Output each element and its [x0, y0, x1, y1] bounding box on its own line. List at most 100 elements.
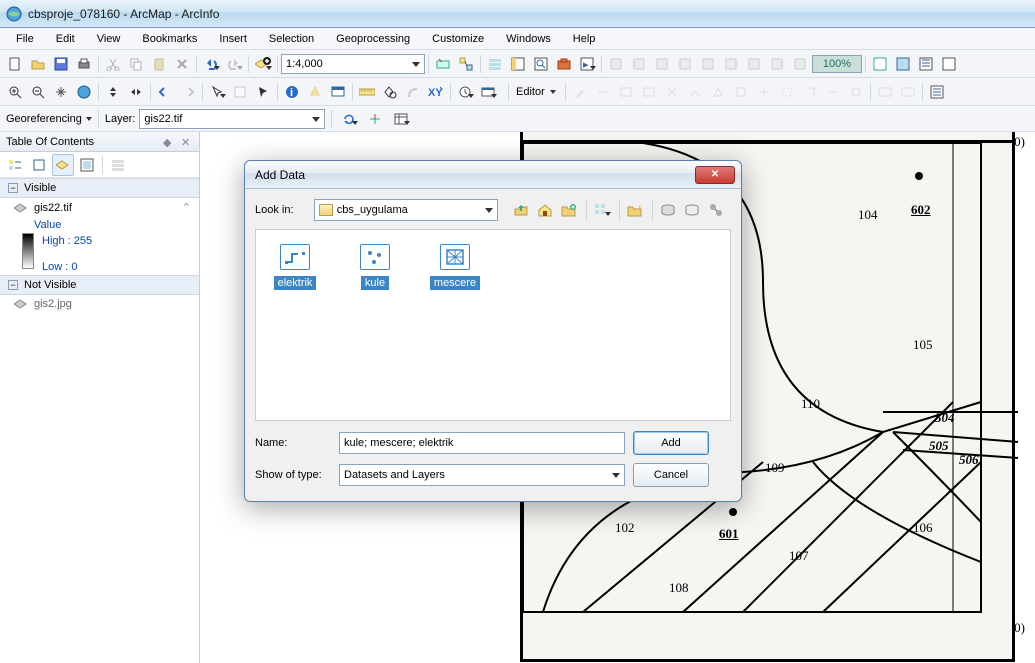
menu-help[interactable]: Help — [563, 30, 606, 48]
print-icon[interactable] — [73, 53, 95, 75]
toolbar-btn-2[interactable] — [628, 53, 650, 75]
toc-icon[interactable] — [484, 53, 506, 75]
toc-visible-group[interactable]: − Visible — [0, 178, 199, 198]
toolbar-btn-5[interactable] — [697, 53, 719, 75]
menu-customize[interactable]: Customize — [422, 30, 494, 48]
save-icon[interactable] — [50, 53, 72, 75]
dialog-titlebar[interactable]: Add Data ✕ — [245, 161, 741, 189]
add-button[interactable]: Add — [633, 431, 709, 455]
select-features-icon[interactable] — [206, 81, 228, 103]
new-file-gdb-icon[interactable] — [657, 199, 679, 221]
find-icon[interactable] — [379, 81, 401, 103]
list-by-source-icon[interactable] — [28, 154, 50, 176]
lookin-combo[interactable]: cbs_uygulama — [314, 199, 498, 221]
chevron-up-icon[interactable]: ⌃ — [182, 201, 191, 214]
new-icon[interactable] — [4, 53, 26, 75]
list-by-drawing-icon[interactable] — [4, 154, 26, 176]
name-input[interactable] — [339, 432, 625, 454]
create-viewer-icon[interactable] — [477, 81, 499, 103]
toolbar-btn-3[interactable] — [651, 53, 673, 75]
full-extent-icon[interactable] — [73, 81, 95, 103]
menu-file[interactable]: File — [6, 30, 44, 48]
python-icon[interactable]: ▸ — [576, 53, 598, 75]
zoom-out-icon[interactable] — [27, 81, 49, 103]
scale-input[interactable]: 1:4,000 — [281, 54, 425, 74]
rotate-icon[interactable] — [338, 108, 360, 130]
hyperlink-icon[interactable] — [304, 81, 326, 103]
new-folder-icon[interactable] — [624, 199, 646, 221]
layout-icon-4[interactable] — [938, 53, 960, 75]
toolbar-btn-1[interactable] — [605, 53, 627, 75]
collapse-icon[interactable]: − — [8, 280, 18, 290]
layout-icon-2[interactable] — [892, 53, 914, 75]
clear-selection-icon[interactable] — [229, 81, 251, 103]
menu-windows[interactable]: Windows — [496, 30, 561, 48]
select-elements-icon[interactable] — [252, 81, 274, 103]
layout-icon-3[interactable] — [915, 53, 937, 75]
add-control-points-icon[interactable] — [364, 108, 386, 130]
new-personal-gdb-icon[interactable] — [681, 199, 703, 221]
georef-label[interactable]: Georeferencing — [6, 113, 82, 125]
toolbar-btn-8[interactable] — [766, 53, 788, 75]
redo-icon[interactable] — [223, 53, 245, 75]
menu-view[interactable]: View — [87, 30, 131, 48]
chevron-down-icon[interactable] — [86, 117, 92, 121]
add-data-icon[interactable] — [252, 53, 274, 75]
chevron-down-icon[interactable] — [550, 90, 556, 94]
toolbar-btn-9[interactable] — [789, 53, 811, 75]
menu-selection[interactable]: Selection — [259, 30, 324, 48]
search-icon[interactable] — [530, 53, 552, 75]
list-view-icon[interactable] — [591, 199, 613, 221]
list-by-selection-icon[interactable] — [76, 154, 98, 176]
editor-label[interactable]: Editor — [512, 86, 549, 98]
fixed-zoom-in-icon[interactable] — [102, 81, 124, 103]
file-list[interactable]: elektrik kule mescere — [255, 229, 731, 421]
cancel-button[interactable]: Cancel — [633, 463, 709, 487]
delete-icon[interactable] — [171, 53, 193, 75]
open-icon[interactable] — [27, 53, 49, 75]
editor-toolbar-icon[interactable] — [432, 53, 454, 75]
copy-icon[interactable] — [125, 53, 147, 75]
toc-layer-gis22[interactable]: gis22.tif ⌃ — [0, 198, 199, 217]
measure-icon[interactable] — [356, 81, 378, 103]
collapse-icon[interactable]: − — [8, 183, 18, 193]
menu-bookmarks[interactable]: Bookmarks — [132, 30, 207, 48]
catalog-icon[interactable] — [507, 53, 529, 75]
next-extent-icon[interactable] — [177, 81, 199, 103]
up-one-level-icon[interactable] — [510, 199, 532, 221]
close-button[interactable]: ✕ — [695, 166, 735, 184]
type-combo[interactable]: Datasets and Layers — [339, 464, 625, 486]
time-slider-icon[interactable] — [454, 81, 476, 103]
file-item-kule[interactable]: kule — [350, 244, 400, 406]
pin-icon[interactable]: ◆ — [163, 136, 175, 148]
layout-icon-1[interactable] — [869, 53, 891, 75]
toolbar-btn-6[interactable] — [720, 53, 742, 75]
list-by-visibility-icon[interactable] — [52, 154, 74, 176]
toolbox-icon[interactable] — [553, 53, 575, 75]
goto-xy-icon[interactable]: XY — [425, 81, 447, 103]
file-item-elektrik[interactable]: elektrik — [270, 244, 320, 406]
connect-folder-icon[interactable] — [558, 199, 580, 221]
toolbar-btn-7[interactable] — [743, 53, 765, 75]
paste-icon[interactable] — [148, 53, 170, 75]
menu-edit[interactable]: Edit — [46, 30, 85, 48]
options-icon[interactable] — [107, 154, 129, 176]
fixed-zoom-out-icon[interactable] — [125, 81, 147, 103]
undo-icon[interactable] — [200, 53, 222, 75]
toolbar-btn-4[interactable] — [674, 53, 696, 75]
cut-icon[interactable] — [102, 53, 124, 75]
zoom-pct[interactable]: 100% — [812, 55, 862, 73]
close-icon[interactable]: ✕ — [181, 136, 193, 148]
georef-layer-combo[interactable]: gis22.tif — [139, 109, 325, 129]
file-item-mescere[interactable]: mescere — [430, 244, 480, 406]
home-icon[interactable] — [534, 199, 556, 221]
menu-insert[interactable]: Insert — [209, 30, 257, 48]
find-route-icon[interactable] — [402, 81, 424, 103]
manage-connections-icon[interactable] — [705, 199, 727, 221]
toc-layer-gis2[interactable]: gis2.jpg — [0, 295, 199, 313]
view-link-table-icon[interactable] — [390, 108, 412, 130]
pan-icon[interactable] — [50, 81, 72, 103]
zoom-in-icon[interactable] — [4, 81, 26, 103]
identify-icon[interactable]: i — [281, 81, 303, 103]
toc-notvisible-group[interactable]: − Not Visible — [0, 275, 199, 295]
